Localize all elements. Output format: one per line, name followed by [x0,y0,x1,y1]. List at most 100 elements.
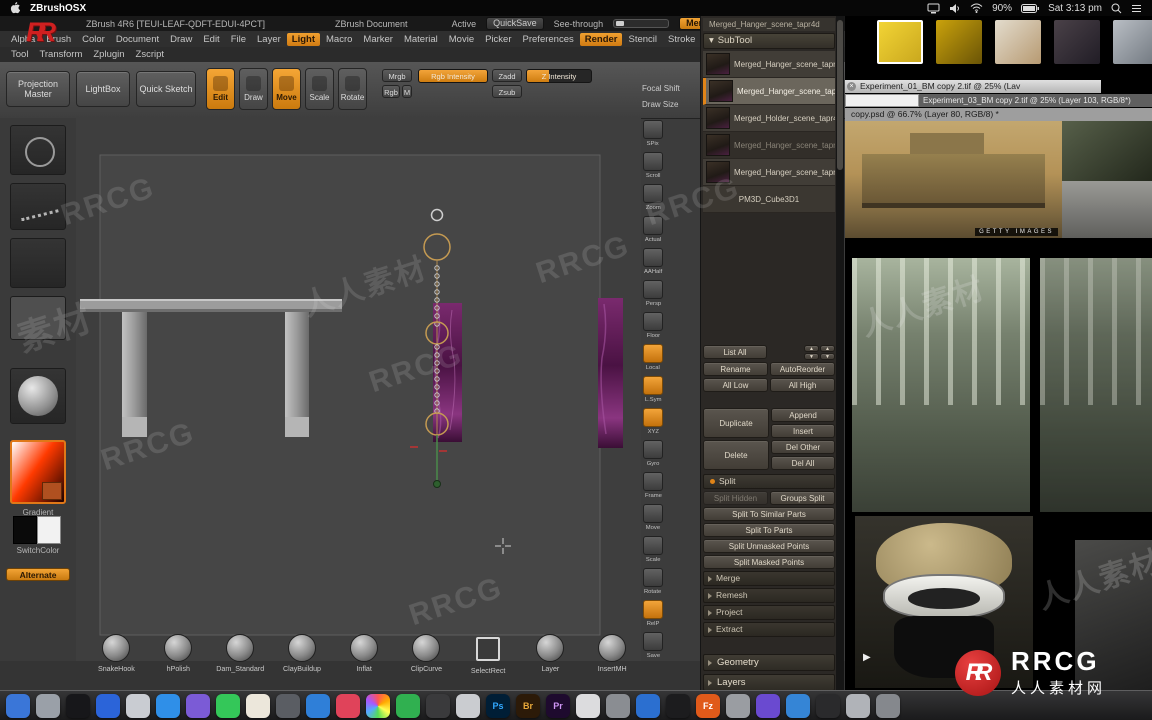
photoshop-titlebar-3[interactable]: copy.psd @ 66.7% (Layer 80, RGB/8) * [845,108,1152,121]
reference-thumbnail[interactable] [995,20,1041,64]
subtool-up-icon[interactable]: ▲ [804,345,819,352]
alpha-selector[interactable] [10,238,66,288]
menubar-app-name[interactable]: ZBrushOSX [30,3,86,14]
subtool-row[interactable]: Merged_Hanger_scene_tapr4d [703,51,835,78]
dock-app-icon[interactable] [726,693,750,718]
focal-shift-slider[interactable]: Focal Shift [642,84,698,93]
del-other-button[interactable]: Del Other [771,440,835,454]
right-shelf-button[interactable]: Move [642,504,665,535]
material-selector[interactable] [10,368,66,424]
dock-app-icon[interactable]: Fz [696,693,720,718]
right-shelf-button[interactable]: L.Sym [642,376,665,407]
dock-app-icon[interactable] [456,693,480,718]
right-shelf-button[interactable]: Actual [642,216,665,247]
projection-master-button[interactable]: Projection Master [6,71,70,107]
color-swatch[interactable] [42,482,62,500]
reference-thumbnail[interactable] [936,20,982,64]
subtool-down-icon[interactable]: ▼ [804,353,819,360]
autoreorder-button[interactable]: AutoReorder [770,362,835,376]
split-to-parts-button[interactable]: Split To Parts [703,523,835,537]
dock-app-icon[interactable] [336,693,360,718]
menu-item[interactable]: Stencil [623,33,662,46]
menu-item[interactable]: Zplugin [88,48,129,61]
rgb-intensity-slider[interactable]: Rgb Intensity [418,69,488,83]
spotlight-icon[interactable] [1111,3,1122,14]
right-shelf-button[interactable]: SPix [642,120,665,151]
warehouse-photo-left[interactable] [852,258,1030,512]
texture-selector[interactable] [10,296,66,340]
quick-sketch-button[interactable]: Quick Sketch [136,71,196,107]
rgb-button[interactable]: Rgb [382,85,400,98]
extract-section-header[interactable]: Extract [703,622,835,637]
layers-section-header[interactable]: Layers [703,674,835,690]
right-shelf-button[interactable]: Zoom [642,184,665,215]
dock-app-icon[interactable] [786,693,810,718]
subtool-row[interactable]: PM3D_Cube3D1 [703,186,835,213]
menu-item[interactable]: Material [399,33,443,46]
display-icon[interactable] [927,3,940,14]
split-unmasked-button[interactable]: Split Unmasked Points [703,539,835,553]
switchcolor-label[interactable]: SwitchColor [0,546,76,555]
brush-tray-item[interactable]: Dam_Standard [216,634,264,686]
menu-item[interactable]: Tool [6,48,33,61]
brush-tray-item[interactable]: Layer [526,634,574,686]
right-shelf-button[interactable]: RelP [642,600,665,631]
subtool-row[interactable]: Merged_Hanger_scene_tapr4d [703,159,835,186]
dock-app-icon[interactable] [96,693,120,718]
mode-button[interactable]: Scale [305,68,334,110]
subtool-bottom-icon[interactable]: ▼ [820,353,835,360]
brush-tray-item[interactable]: hPolish [154,634,202,686]
menu-item[interactable]: Movie [444,33,479,46]
right-shelf-button[interactable]: Scale [642,536,665,567]
menu-item[interactable]: Color [77,33,110,46]
menu-item[interactable]: Layer [252,33,286,46]
dock-app-icon[interactable]: Br [516,693,540,718]
dock-app-icon[interactable] [576,693,600,718]
mode-button[interactable]: Edit [206,68,235,110]
insert-button[interactable]: Insert [771,424,835,438]
color-picker[interactable] [10,440,66,504]
photoshop-field[interactable] [845,94,919,107]
menu-item[interactable]: Document [111,33,164,46]
dock-app-icon[interactable] [306,693,330,718]
tool-panel-scrollbar[interactable] [836,16,844,690]
subtool-row[interactable]: Merged_Holder_scene_tapr4d [703,105,835,132]
right-shelf-button[interactable]: Frame [642,472,665,503]
dock-app-icon[interactable]: Ps [486,693,510,718]
dock-app-icon[interactable] [6,693,30,718]
menu-item[interactable]: Zscript [131,48,170,61]
dock-app-icon[interactable] [246,693,270,718]
dock-app-icon[interactable] [396,693,420,718]
brush-tray-item[interactable]: ClipCurve [402,634,450,686]
dock-app-icon[interactable] [126,693,150,718]
photoshop-titlebar-1[interactable]: × Experiment_01_BM copy 2.tif @ 25% (Lav [845,80,1101,93]
menu-item[interactable]: Picker [480,33,516,46]
reference-thumbnail[interactable] [877,20,923,64]
subtool-row[interactable]: Merged_Hanger_scene_tapr4d [703,132,835,159]
all-high-button[interactable]: All High [770,378,835,392]
delete-button[interactable]: Delete [703,440,769,470]
mrgb-button[interactable]: Mrgb [382,69,412,82]
dock-app-icon[interactable] [156,693,180,718]
subtool-section-header[interactable]: ▾ SubTool [703,33,835,49]
project-section-header[interactable]: Project [703,605,835,620]
split-hidden-button[interactable]: Split Hidden [703,491,768,505]
stroke-selector[interactable] [10,183,66,230]
tank-photo[interactable]: GETTY IMAGES [845,121,1062,238]
dock-app-icon[interactable] [426,693,450,718]
right-shelf-button[interactable]: Persp [642,280,665,311]
right-shelf-button[interactable]: XYZ [642,408,665,439]
play-arrow-icon[interactable]: ▶ [863,652,871,663]
right-shelf-button[interactable]: AAHalf [642,248,665,279]
reference-thumbnail[interactable] [1054,20,1100,64]
menu-item[interactable]: Light [286,32,320,46]
alternate-button[interactable]: Alternate [6,568,70,581]
split-similar-button[interactable]: Split To Similar Parts [703,507,835,521]
brush-tray-item[interactable]: InsertMH [588,634,636,686]
z-intensity-slider[interactable]: Z Intensity [526,69,592,83]
dock-app-icon[interactable] [636,693,660,718]
document-canvas[interactable] [76,118,641,661]
soldier-photo-1[interactable] [1062,121,1152,181]
soldier-photo-2[interactable] [1062,181,1152,238]
rename-button[interactable]: Rename [703,362,768,376]
